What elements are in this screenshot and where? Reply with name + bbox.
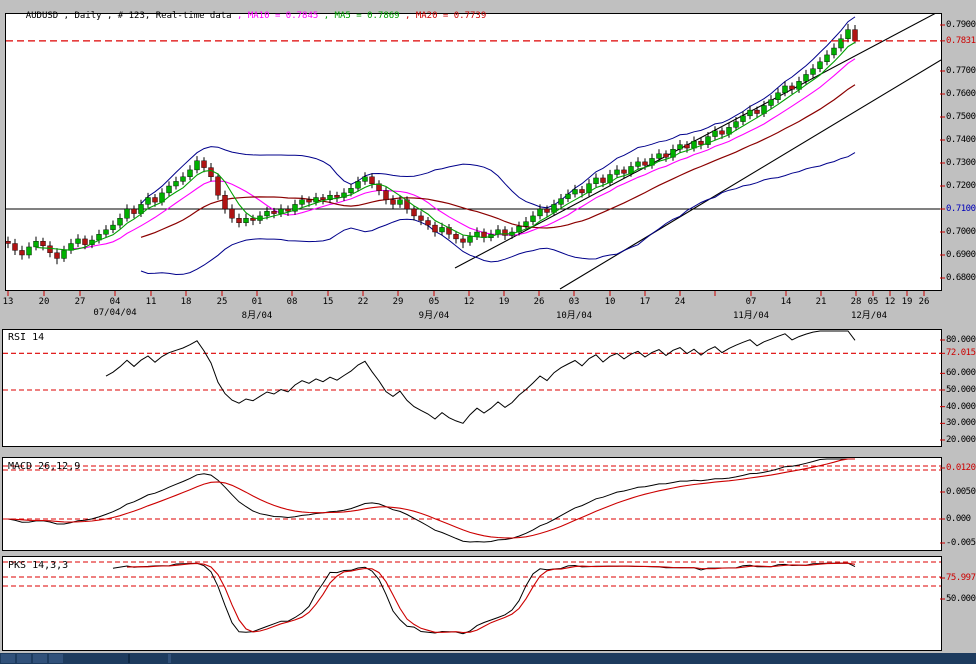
date-axis-month-label: 11月/04 — [733, 308, 769, 321]
price-axis-label: 0.7200 — [946, 181, 976, 191]
rsi-panel-title: RSI 14 — [8, 332, 44, 343]
date-axis-day-label: 26 — [919, 297, 930, 307]
date-axis-day-label: 10 — [605, 297, 616, 307]
price-axis-label: 0.7831 — [946, 36, 976, 46]
scrollbar-divider — [128, 654, 130, 663]
rsi-indicator-panel[interactable] — [2, 329, 942, 447]
date-axis-day-label: 14 — [781, 297, 792, 307]
scrollbar-segment — [49, 654, 63, 663]
macd-axis-label: -0.005 — [946, 538, 976, 548]
price-axis-label: 0.7100 — [946, 204, 976, 214]
price-axis-label: 0.7600 — [946, 89, 976, 99]
ma20-value-label: , MA20 = 0.7739 — [400, 11, 487, 21]
scrollbar-segment — [17, 654, 31, 663]
date-axis-day-label: 29 — [393, 297, 404, 307]
date-axis-day-label: 12 — [464, 297, 475, 307]
price-axis-label: 0.7300 — [946, 158, 976, 168]
date-axis-day-label: 12 — [885, 297, 896, 307]
date-axis-day-label: 25 — [217, 297, 228, 307]
scrollbar-segment — [168, 654, 171, 663]
date-axis-day-label: 11 — [146, 297, 157, 307]
rsi-axis-label: 80.000 — [946, 335, 976, 345]
date-axis-day-label: 08 — [287, 297, 298, 307]
date-axis-day-label: 05 — [429, 297, 440, 307]
date-axis-day-label: 03 — [569, 297, 580, 307]
date-axis-day-label: 15 — [323, 297, 334, 307]
stochastic-indicator-panel[interactable] — [2, 556, 942, 651]
date-axis-day-label: 19 — [499, 297, 510, 307]
date-axis-day-label: 27 — [75, 297, 86, 307]
date-axis-day-label: 20 — [39, 297, 50, 307]
date-axis-day-label: 04 — [110, 297, 121, 307]
price-axis-label: 0.7900 — [946, 20, 976, 30]
chart-window: AUDUSD , Daily , # 123, Real-time data ,… — [0, 0, 976, 664]
rsi-axis-label: 50.000 — [946, 385, 976, 395]
horizontal-scrollbar[interactable] — [0, 653, 976, 664]
price-axis-label: 0.7000 — [946, 227, 976, 237]
date-axis-day-label: 13 — [3, 297, 14, 307]
date-axis-day-label: 21 — [816, 297, 827, 307]
date-axis-day-label: 28 — [851, 297, 862, 307]
date-axis-day-label: 01 — [252, 297, 263, 307]
macd-indicator-panel[interactable] — [2, 457, 942, 551]
scrollbar-segment — [33, 654, 47, 663]
price-axis-label: 0.6800 — [946, 273, 976, 283]
rsi-axis-label: 20.000 — [946, 435, 976, 445]
price-axis-label: 0.7500 — [946, 112, 976, 122]
date-axis-month-label: 9月/04 — [419, 308, 450, 321]
symbol-info-label: AUDUSD , Daily , # 123, Real-time data — [26, 11, 232, 21]
rsi-axis-label: 72.015 — [946, 348, 976, 358]
rsi-axis-label: 60.000 — [946, 368, 976, 378]
stochastic-panel-title: PKS 14,3,3 — [8, 560, 68, 571]
price-axis-label: 0.7400 — [946, 135, 976, 145]
ma10-value-label: , MA10 = 0.7845 — [232, 11, 319, 21]
macd-axis-label: 0.000 — [946, 514, 971, 524]
scrollbar-segment — [1, 654, 15, 663]
macd-panel-title: MACD 26,12,9 — [8, 461, 80, 472]
rsi-axis-label: 40.000 — [946, 402, 976, 412]
macd-axis-label: 0.0120 — [946, 463, 976, 473]
date-axis-day-label: 05 — [868, 297, 879, 307]
chart-header: AUDUSD , Daily , # 123, Real-time data ,… — [4, 1, 486, 31]
date-axis-day-label: 26 — [534, 297, 545, 307]
main-price-chart-panel[interactable] — [5, 13, 942, 291]
stochastic-axis-label: 75.997 — [946, 573, 976, 583]
date-axis-month-label: 07/04/04 — [93, 308, 136, 318]
stochastic-axis-label: 50.000 — [946, 594, 976, 604]
date-axis-day-label: 07 — [746, 297, 757, 307]
date-axis-day-label: 18 — [181, 297, 192, 307]
date-axis-month-label: 8月/04 — [242, 308, 273, 321]
date-axis-month-label: 10月/04 — [556, 308, 592, 321]
date-axis-day-label: 22 — [358, 297, 369, 307]
ma5-value-label: , MA5 = 0.7869 — [318, 11, 399, 21]
date-axis-day-label: 17 — [640, 297, 651, 307]
date-axis-month-label: 12月/04 — [851, 308, 887, 321]
macd-axis-label: 0.0050 — [946, 487, 976, 497]
price-axis-label: 0.7700 — [946, 66, 976, 76]
price-axis-label: 0.6900 — [946, 250, 976, 260]
date-axis-day-label: 19 — [902, 297, 913, 307]
date-axis-day-label: 24 — [675, 297, 686, 307]
rsi-axis-label: 30.000 — [946, 418, 976, 428]
